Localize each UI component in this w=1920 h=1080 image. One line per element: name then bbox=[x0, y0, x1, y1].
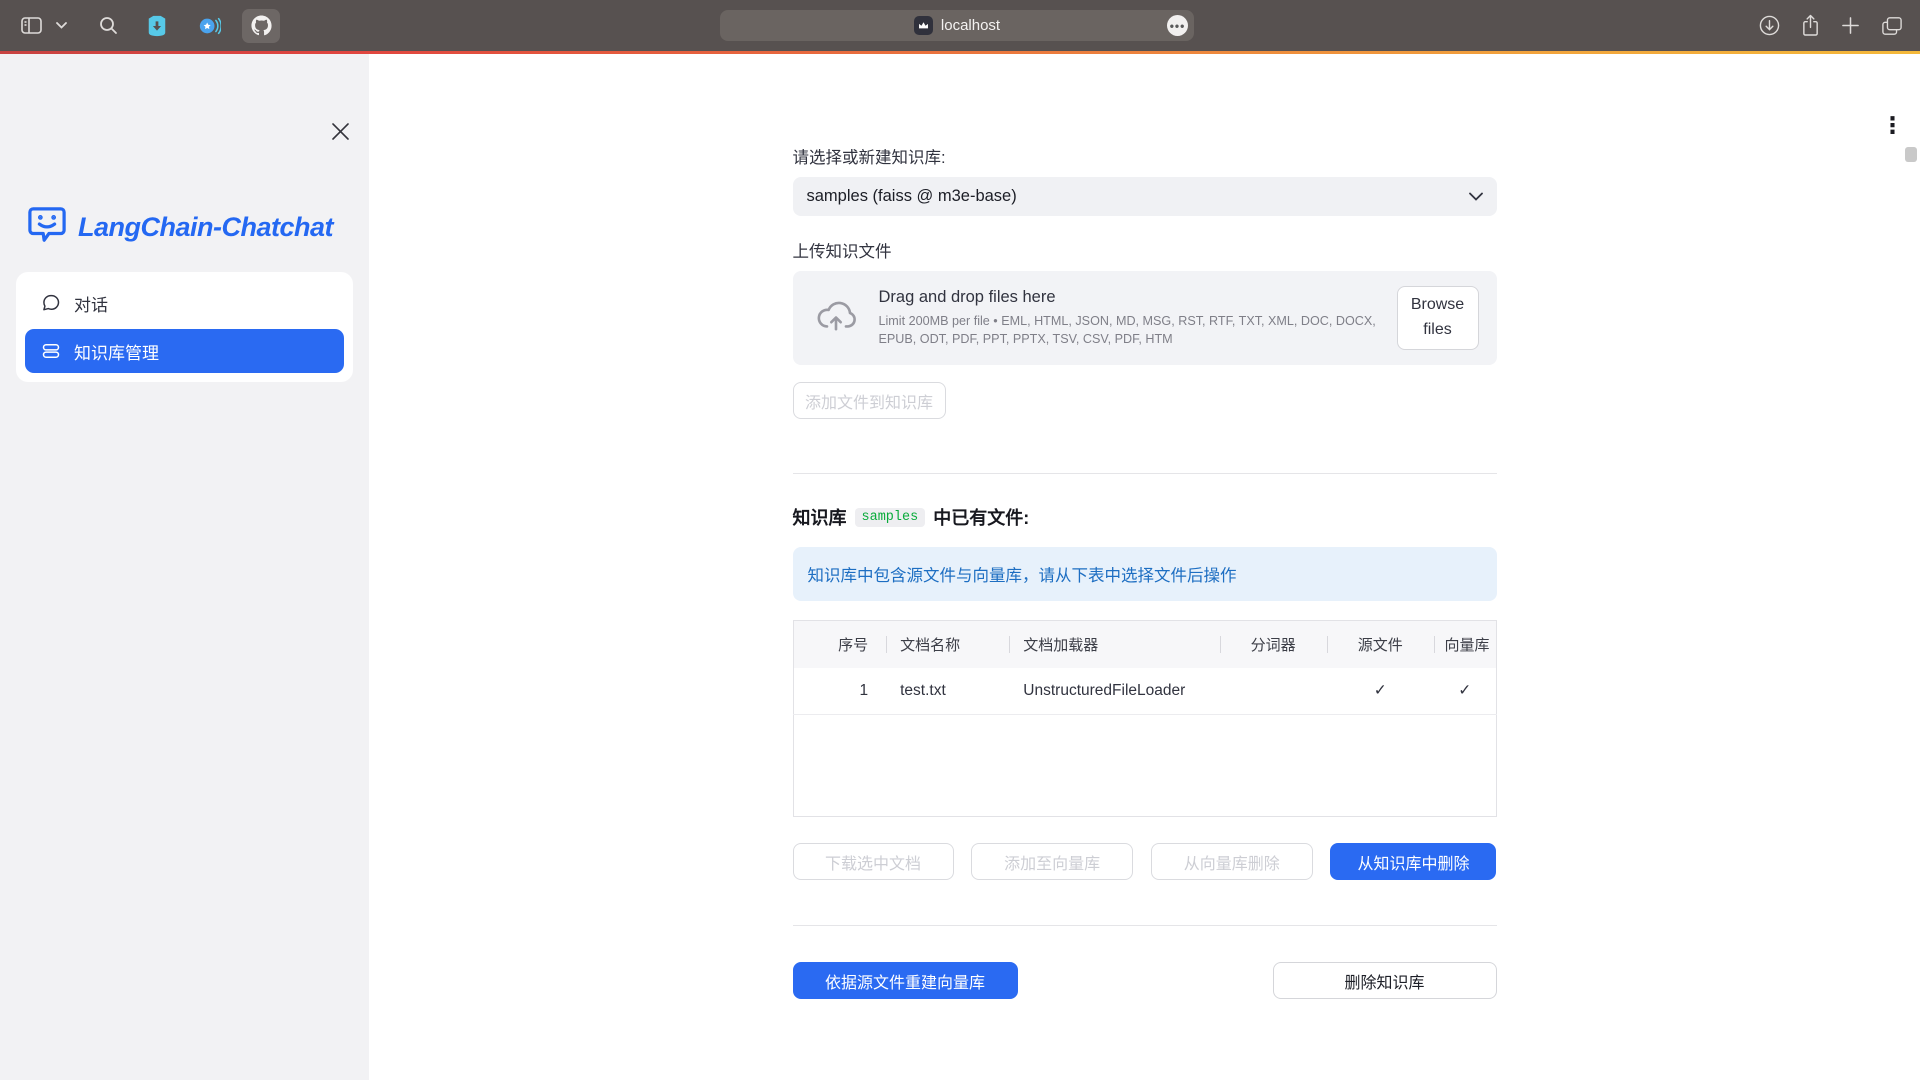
page-settings-button[interactable]: ••• bbox=[1167, 15, 1188, 36]
download-selected-button[interactable]: 下载选中文档 bbox=[793, 843, 954, 880]
sidebar-item-label: 知识库管理 bbox=[74, 339, 159, 364]
kb-files-table: 序号 文档名称 文档加载器 分词器 源文件 向量库 1 test.txt Uns bbox=[793, 620, 1497, 817]
logo-chat-icon bbox=[26, 206, 68, 249]
downloads-icon[interactable] bbox=[1759, 15, 1780, 36]
col-header-doc-name[interactable]: 文档名称 bbox=[886, 621, 1009, 668]
github-tab-icon[interactable] bbox=[242, 9, 280, 43]
address-bar[interactable]: localhost ••• bbox=[720, 10, 1194, 41]
cell-vector-store-check: ✓ bbox=[1434, 668, 1496, 715]
kb-heading-prefix: 知识库 bbox=[793, 504, 847, 530]
chat-bubble-icon bbox=[41, 293, 61, 313]
col-header-source-file[interactable]: 源文件 bbox=[1327, 621, 1434, 668]
pinned-tab-1[interactable] bbox=[138, 9, 176, 43]
kb-select-label: 请选择或新建知识库: bbox=[793, 144, 1497, 168]
browser-toolbar: localhost ••• bbox=[0, 0, 1920, 51]
address-url: localhost bbox=[941, 17, 1000, 34]
browse-files-button[interactable]: Browse files bbox=[1397, 286, 1479, 350]
info-alert: 知识库中包含源文件与向量库，请从下表中选择文件后操作 bbox=[793, 547, 1497, 601]
app-overflow-menu-icon[interactable]: ⋮ bbox=[1881, 114, 1904, 137]
screen: localhost ••• bbox=[0, 0, 1920, 1080]
database-icon bbox=[41, 341, 61, 361]
delete-kb-button[interactable]: 删除知识库 bbox=[1273, 962, 1497, 999]
new-tab-icon[interactable] bbox=[1841, 16, 1860, 35]
cell-source-file-check: ✓ bbox=[1327, 668, 1434, 715]
delete-from-kb-button[interactable]: 从知识库中删除 bbox=[1330, 843, 1496, 880]
site-favicon bbox=[914, 16, 933, 35]
kb-actions-row: 依据源文件重建向量库 删除知识库 bbox=[793, 962, 1497, 999]
share-icon[interactable] bbox=[1801, 14, 1820, 37]
scrollbar-thumb[interactable] bbox=[1905, 147, 1917, 162]
add-files-to-kb-button[interactable]: 添加文件到知识库 bbox=[793, 382, 946, 419]
cell-doc-name: test.txt bbox=[886, 668, 1009, 715]
kb-files-heading: 知识库 samples 中已有文件: bbox=[793, 504, 1497, 530]
kb-select[interactable]: samples (faiss @ m3e-base) bbox=[793, 177, 1497, 216]
table-header-row: 序号 文档名称 文档加载器 分词器 源文件 向量库 bbox=[793, 621, 1496, 668]
dropzone-title: Drag and drop files here bbox=[879, 288, 1397, 307]
info-alert-text: 知识库中包含源文件与向量库，请从下表中选择文件后操作 bbox=[808, 562, 1237, 586]
sidebar-item-dialogue[interactable]: 对话 bbox=[25, 281, 344, 325]
dropzone-limit: Limit 200MB per file • EML, HTML, JSON, … bbox=[879, 313, 1397, 348]
file-dropzone[interactable]: Drag and drop files here Limit 200MB per… bbox=[793, 271, 1497, 365]
rebuild-vector-store-button[interactable]: 依据源文件重建向量库 bbox=[793, 962, 1018, 999]
logo-text: LangChain-Chatchat bbox=[78, 212, 333, 243]
upload-label: 上传知识文件 bbox=[793, 238, 1497, 262]
col-header-splitter[interactable]: 分词器 bbox=[1220, 621, 1327, 668]
cell-splitter bbox=[1220, 668, 1327, 715]
col-header-vector-store[interactable]: 向量库 bbox=[1434, 621, 1496, 668]
sidebar-nav: 对话 知识库管理 bbox=[16, 272, 353, 382]
app-logo: LangChain-Chatchat bbox=[26, 206, 333, 249]
kb-select-value: samples (faiss @ m3e-base) bbox=[807, 187, 1017, 206]
sidebar-close-icon[interactable] bbox=[327, 118, 353, 144]
sidebar: LangChain-Chatchat 对话 bbox=[0, 54, 369, 1080]
add-to-vector-store-button[interactable]: 添加至向量库 bbox=[971, 843, 1133, 880]
chevron-down-icon bbox=[1469, 192, 1483, 201]
pinned-tab-2[interactable] bbox=[190, 9, 228, 43]
table-row[interactable]: 1 test.txt UnstructuredFileLoader ✓ ✓ bbox=[793, 668, 1496, 715]
cell-loader: UnstructuredFileLoader bbox=[1009, 668, 1219, 715]
search-icon[interactable] bbox=[99, 16, 118, 35]
kb-name-code: samples bbox=[855, 508, 926, 527]
divider bbox=[793, 925, 1497, 926]
chevron-down-icon[interactable] bbox=[56, 22, 67, 29]
delete-from-vector-store-button[interactable]: 从向量库删除 bbox=[1151, 843, 1313, 880]
content-column: 请选择或新建知识库: samples (faiss @ m3e-base) 上传… bbox=[793, 54, 1497, 999]
cloud-upload-icon bbox=[815, 298, 857, 339]
tab-overview-icon[interactable] bbox=[1881, 16, 1903, 36]
sidebar-toggle-icon[interactable] bbox=[21, 17, 42, 34]
cell-index: 1 bbox=[793, 668, 886, 715]
kb-heading-suffix: 中已有文件: bbox=[933, 504, 1029, 530]
table-empty-area bbox=[793, 715, 1496, 817]
col-header-loader[interactable]: 文档加载器 bbox=[1009, 621, 1219, 668]
sidebar-item-label: 对话 bbox=[74, 291, 108, 316]
dropzone-text: Drag and drop files here Limit 200MB per… bbox=[879, 288, 1397, 348]
file-actions-row: 下载选中文档 添加至向量库 从向量库删除 从知识库中删除 bbox=[793, 843, 1497, 880]
divider bbox=[793, 473, 1497, 474]
main-area: ⋮ 请选择或新建知识库: samples (faiss @ m3e-base) … bbox=[369, 54, 1920, 1080]
sidebar-item-knowledge-base[interactable]: 知识库管理 bbox=[25, 329, 344, 373]
col-header-index[interactable]: 序号 bbox=[793, 621, 886, 668]
